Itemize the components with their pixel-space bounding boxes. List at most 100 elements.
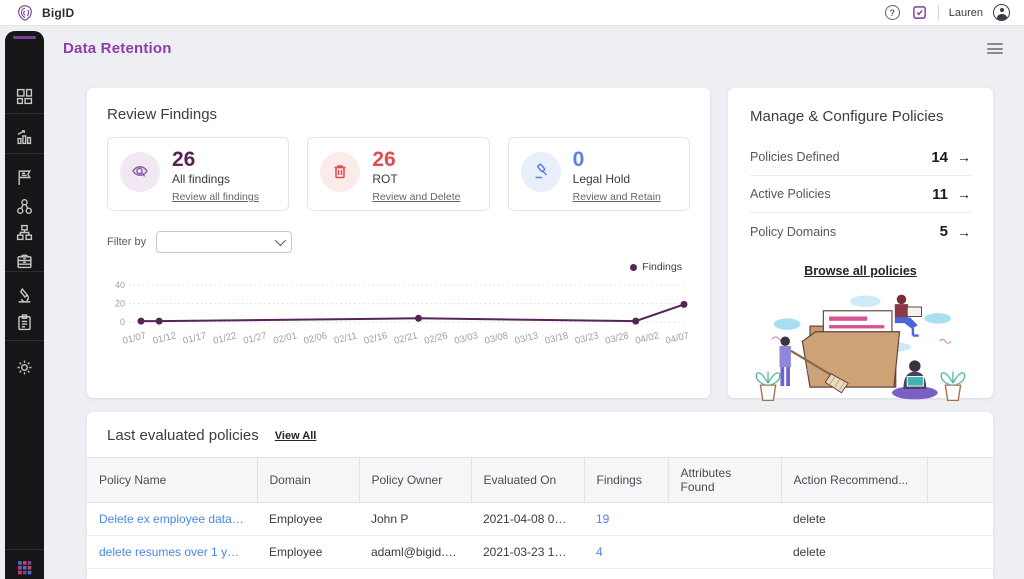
- user-avatar-icon[interactable]: [993, 4, 1010, 21]
- cell-domain: Employee: [257, 569, 359, 579]
- filter-row: Filter by: [107, 231, 690, 253]
- svg-text:03/18: 03/18: [544, 330, 570, 346]
- clipboard-icon[interactable]: [16, 314, 33, 331]
- policy-domains-row[interactable]: Policy Domains 5→: [750, 213, 971, 250]
- policy-name-link[interactable]: delete resumes over 1 year old: [87, 536, 257, 569]
- topbar-divider: [938, 5, 939, 20]
- review-and-retain-link[interactable]: Review and Retain: [573, 191, 661, 203]
- svg-text:01/27: 01/27: [242, 330, 268, 346]
- hierarchy-icon[interactable]: [16, 224, 33, 241]
- archive-icon[interactable]: [16, 252, 33, 269]
- sidebar: [5, 31, 44, 579]
- arrow-right-icon: →: [957, 149, 971, 165]
- svg-text:02/11: 02/11: [333, 330, 358, 346]
- review-all-findings-link[interactable]: Review all findings: [172, 191, 259, 203]
- last-evaluated-policies-card: Last evaluated policies View All Policy …: [87, 412, 993, 579]
- cell-attributes: [668, 536, 781, 569]
- col-findings: Findings: [584, 458, 668, 503]
- view-all-link[interactable]: View All: [275, 430, 317, 442]
- page-menu-icon[interactable]: [987, 43, 1003, 55]
- col-attributes-found: Attributes Found: [668, 458, 781, 503]
- apps-grid-icon[interactable]: [16, 559, 33, 576]
- cell-attributes: [668, 569, 781, 579]
- policy-row-label: Policies Defined: [750, 150, 840, 164]
- help-icon[interactable]: ?: [884, 4, 901, 21]
- arrow-right-icon: →: [957, 186, 971, 202]
- cell-evaluated: 2021-04-08 07:54: [471, 503, 584, 536]
- table-header-row: Policy Name Domain Policy Owner Evaluate…: [87, 458, 993, 503]
- user-name: Lauren: [949, 7, 983, 19]
- cell-action: delete: [781, 503, 927, 536]
- sidebar-divider: [5, 340, 44, 341]
- stat-rot[interactable]: 26 ROT Review and Delete: [307, 137, 489, 211]
- col-domain: Domain: [257, 458, 359, 503]
- policy-row-label: Active Policies: [750, 187, 831, 201]
- cell-owner: adaml@bigid.com: [359, 536, 471, 569]
- policy-name-link[interactable]: Delete ex employee data 2 years...: [87, 503, 257, 536]
- brand: BigID: [16, 4, 74, 22]
- policy-row-value: 11: [932, 186, 948, 203]
- review-findings-card: Review Findings 26 All findings Review a…: [87, 88, 710, 398]
- policy-name-link[interactable]: hr_emp_records: [87, 569, 257, 579]
- policy-row-label: Policy Domains: [750, 225, 836, 239]
- cluster-icon[interactable]: [16, 198, 33, 215]
- sidebar-divider: [5, 549, 44, 550]
- table-row[interactable]: delete resumes over 1 year old Employee …: [87, 536, 993, 569]
- findings-count-link[interactable]: 19: [584, 503, 668, 536]
- policy-row-value: 5: [940, 223, 948, 240]
- table-title: Last evaluated policies: [107, 427, 259, 444]
- svg-text:02/06: 02/06: [303, 330, 329, 346]
- svg-text:20: 20: [115, 299, 125, 309]
- review-and-delete-link[interactable]: Review and Delete: [372, 191, 460, 203]
- svg-text:03/28: 03/28: [604, 330, 630, 346]
- table-row[interactable]: Delete ex employee data 2 years... Emplo…: [87, 503, 993, 536]
- svg-text:01/22: 01/22: [212, 330, 238, 346]
- active-policies-row[interactable]: Active Policies 11 →: [750, 176, 971, 213]
- browse-all-policies-link[interactable]: Browse all policies: [750, 264, 971, 278]
- stats-row: 26 All findings Review all findings 26 R…: [107, 137, 690, 211]
- sidebar-divider: [5, 153, 44, 154]
- chevron-down-icon: [275, 235, 286, 246]
- stat-label: Legal Hold: [573, 172, 661, 186]
- svg-text:40: 40: [115, 280, 125, 290]
- filter-label: Filter by: [107, 236, 146, 248]
- flag-icon[interactable]: [16, 169, 33, 186]
- svg-text:04/02: 04/02: [634, 330, 660, 346]
- col-evaluated-on: Evaluated On: [471, 458, 584, 503]
- svg-text:0: 0: [120, 317, 125, 327]
- cell-owner: John P: [359, 503, 471, 536]
- cell-evaluated: 2021-03-23 19:48: [471, 536, 584, 569]
- analytics-icon[interactable]: [16, 128, 33, 145]
- policies-illustration: [750, 286, 971, 408]
- policy-row-value: 14: [931, 149, 948, 166]
- tasks-icon[interactable]: [911, 4, 928, 21]
- col-policy-owner: Policy Owner: [359, 458, 471, 503]
- svg-text:02/01: 02/01: [272, 330, 298, 346]
- policies-defined-row[interactable]: Policies Defined 14 →: [750, 139, 971, 176]
- chart-legend: Findings: [107, 261, 690, 273]
- svg-text:04/07: 04/07: [664, 330, 690, 346]
- cell-attributes: [668, 503, 781, 536]
- microscope-icon[interactable]: [16, 287, 33, 304]
- page-title: Data Retention: [63, 40, 172, 57]
- active-item-indicator: [13, 36, 36, 39]
- filter-select[interactable]: [156, 231, 292, 253]
- cell-evaluated: 2021-03-17 17:44: [471, 569, 584, 579]
- eye-search-icon: [120, 152, 160, 192]
- svg-text:03/03: 03/03: [453, 330, 479, 346]
- review-findings-title: Review Findings: [107, 106, 690, 123]
- findings-chart: 0204001/0701/1201/1701/2201/2702/0102/06…: [107, 275, 690, 366]
- bigid-logo-icon: [16, 4, 34, 22]
- cell-domain: Employee: [257, 503, 359, 536]
- stat-legal-hold[interactable]: 0 Legal Hold Review and Retain: [508, 137, 690, 211]
- svg-text:03/08: 03/08: [484, 330, 510, 346]
- svg-text:01/07: 01/07: [122, 330, 148, 346]
- stat-all-findings[interactable]: 26 All findings Review all findings: [107, 137, 289, 211]
- sidebar-divider: [5, 271, 44, 272]
- sidebar-divider: [5, 113, 44, 114]
- dashboard-grid-icon[interactable]: [16, 88, 33, 105]
- svg-text:01/12: 01/12: [152, 330, 178, 346]
- gear-icon[interactable]: [16, 359, 33, 376]
- table-row[interactable]: hr_emp_records Employee danr@bigid.com 2…: [87, 569, 993, 579]
- findings-count-link[interactable]: 4: [584, 536, 668, 569]
